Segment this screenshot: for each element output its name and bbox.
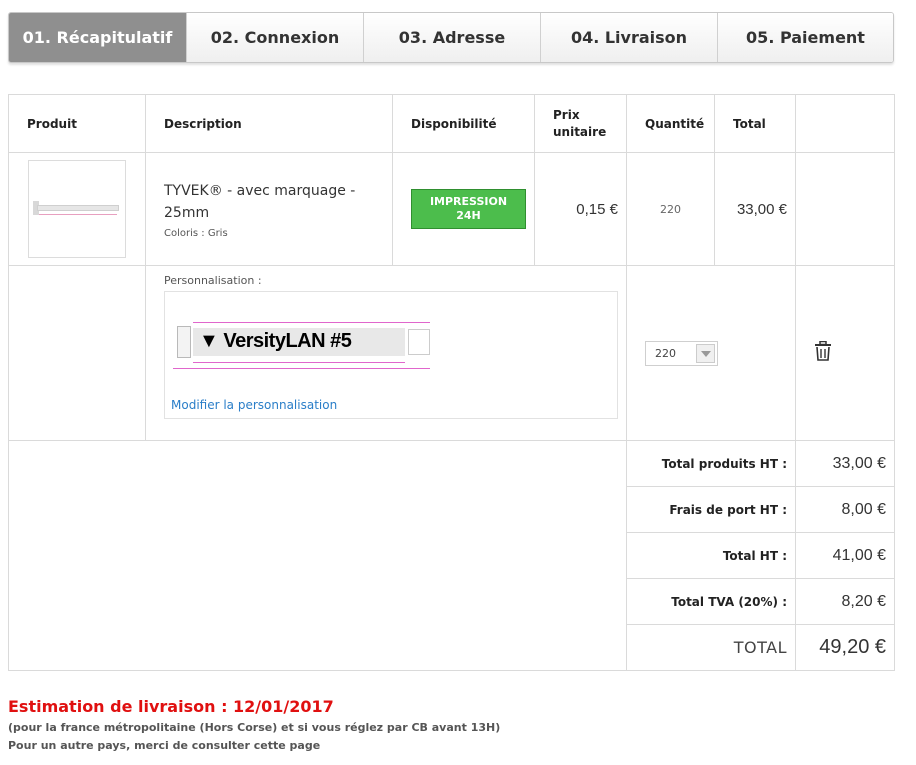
delete-cell <box>795 265 895 441</box>
product-color: Coloris : Gris <box>164 227 228 239</box>
grand-total-value: 49,20 € <box>795 624 895 671</box>
summary-label: Total HT : <box>626 532 796 579</box>
dimension-line-top <box>193 322 430 323</box>
step-paiement[interactable]: 05. Paiement <box>717 13 893 62</box>
personalisation-preview: ▼ VersityLAN #5 Modifier la personnalisa… <box>164 291 618 419</box>
step-adresse[interactable]: 03. Adresse <box>363 13 540 62</box>
header-actions <box>795 94 895 153</box>
summary-value: 8,00 € <box>795 486 895 533</box>
product-row: TYVEK® - avec marquage - 25mm Coloris : … <box>8 152 895 266</box>
wristband-end <box>408 329 430 355</box>
cart-table: Produit Description Disponibilité Prix u… <box>8 94 895 671</box>
quantity-select-value: 220 <box>655 346 676 360</box>
summary-label: Total produits HT : <box>626 440 796 487</box>
summary-value: 8,20 € <box>795 578 895 625</box>
quantity-select[interactable]: 220 <box>645 340 718 366</box>
delivery-note-other-country[interactable]: Pour un autre pays, merci de consulter c… <box>8 737 500 755</box>
product-title: TYVEK® - avec marquage - 25mm <box>164 182 356 221</box>
availability-line2: 24H <box>456 209 481 222</box>
summary-label: Total TVA (20%) : <box>626 578 796 625</box>
header-quantite: Quantité <box>626 94 715 153</box>
checkout-steps: 01. Récapitulatif 02. Connexion 03. Adre… <box>8 12 894 63</box>
personalisation-row: Personnalisation : ▼ VersityLAN #5 Modif… <box>8 265 895 441</box>
delivery-estimate: Estimation de livraison : 12/01/2017 (po… <box>8 697 500 755</box>
step-livraison[interactable]: 04. Livraison <box>540 13 717 62</box>
availability-badge: IMPRESSION 24H <box>411 189 526 229</box>
summary-row: Total produits HT : 33,00 € <box>8 440 895 671</box>
grand-total-label: TOTAL <box>626 624 796 671</box>
header-produit: Produit <box>8 94 146 153</box>
product-thumbnail-cell <box>8 152 146 266</box>
header-prix-line2: unitaire <box>553 124 607 139</box>
summary-value: 41,00 € <box>795 532 895 579</box>
product-actions-cell <box>795 152 895 266</box>
unit-price: 0,15 € <box>534 152 627 266</box>
product-total: 33,00 € <box>714 152 796 266</box>
delivery-note-metropole: (pour la france métropolitaine (Hors Cor… <box>8 721 501 734</box>
header-description: Description <box>145 94 393 153</box>
header-total: Total <box>714 94 796 153</box>
chevron-down-icon[interactable] <box>696 343 715 363</box>
personalisation-empty-cell <box>8 265 146 441</box>
summary-label: Frais de port HT : <box>626 486 796 533</box>
trash-icon[interactable] <box>814 340 832 361</box>
personalisation-cell: Personnalisation : ▼ VersityLAN #5 Modif… <box>145 265 627 441</box>
step-connexion[interactable]: 02. Connexion <box>186 13 363 62</box>
wristband-text: ▼ VersityLAN #5 <box>199 330 352 352</box>
modify-personalisation-link[interactable]: Modifier la personnalisation <box>171 398 337 412</box>
product-thumbnail[interactable] <box>28 160 126 258</box>
summary-value: 33,00 € <box>795 440 895 487</box>
product-quantity: 220 <box>626 152 715 266</box>
product-description-cell: TYVEK® - avec marquage - 25mm Coloris : … <box>145 152 393 266</box>
cart-header-row: Produit Description Disponibilité Prix u… <box>8 94 895 153</box>
dimension-line-mid <box>193 362 405 363</box>
summary-spacer <box>8 440 627 671</box>
quantity-select-cell: 220 <box>626 265 796 441</box>
header-disponibilite: Disponibilité <box>392 94 535 153</box>
header-prix-line1: Prix <box>553 107 580 122</box>
step-recapitulatif[interactable]: 01. Récapitulatif <box>9 13 186 62</box>
availability-line1: IMPRESSION <box>429 195 508 208</box>
dimension-line-bottom <box>173 368 430 369</box>
wristband-side <box>177 326 191 358</box>
personalisation-label: Personnalisation : <box>164 274 262 287</box>
header-prix-unitaire: Prix unitaire <box>534 94 627 153</box>
delivery-estimate-title: Estimation de livraison : 12/01/2017 <box>8 697 334 716</box>
availability-cell: IMPRESSION 24H <box>392 152 535 266</box>
